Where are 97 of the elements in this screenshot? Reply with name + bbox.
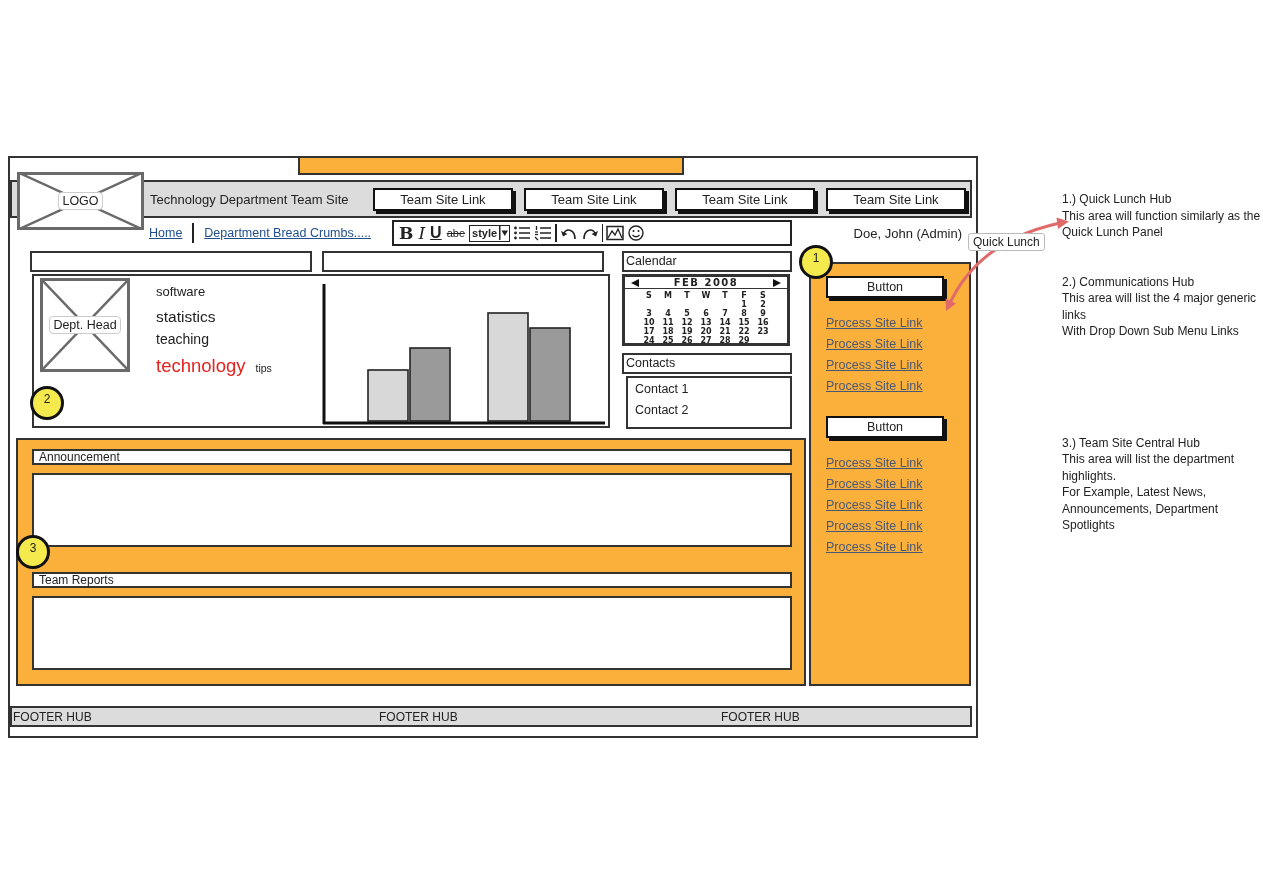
weekday-label: W [700, 291, 712, 300]
tag-cloud-word[interactable]: statistics [156, 307, 216, 326]
calendar-day[interactable]: 10 [639, 318, 659, 327]
weekday-label: T [721, 291, 729, 300]
calendar-day[interactable]: 8 [734, 309, 754, 318]
site-link[interactable]: Process Site Link [826, 358, 923, 373]
calendar-day[interactable]: 12 [677, 318, 697, 327]
image-icon[interactable] [606, 225, 625, 241]
style-dropdown[interactable]: style [469, 224, 511, 242]
bullet-list-icon[interactable] [513, 225, 532, 241]
placeholder-label: LOGO [58, 192, 103, 210]
tag-cloud-word[interactable]: teaching [156, 331, 209, 347]
weekday-label: S [645, 291, 653, 300]
annotation-title: 2.) Communications Hub [1062, 273, 1195, 290]
tag-cloud-word[interactable]: technology [156, 354, 246, 377]
calendar-day[interactable]: 18 [658, 327, 678, 336]
calendar-day[interactable]: 15 [734, 318, 754, 327]
strike-button[interactable]: abe [445, 227, 466, 239]
calendar-day[interactable]: 7 [715, 309, 735, 318]
calendar-day[interactable]: 2 [753, 300, 773, 309]
nav-button[interactable]: Team Site Link [524, 187, 664, 211]
calendar-day[interactable]: 28 [715, 336, 735, 345]
site-link[interactable]: Process Site Link [826, 540, 923, 555]
weekday-label: T [683, 291, 691, 300]
calendar-day[interactable]: 9 [753, 309, 773, 318]
bold-button[interactable]: B [398, 223, 415, 243]
triangle-right-icon[interactable] [773, 278, 781, 287]
site-link[interactable]: Process Site Link [826, 456, 923, 471]
calendar-day[interactable]: 4 [658, 309, 678, 318]
calendar-day[interactable]: 17 [639, 327, 659, 336]
placeholder-label: Dept. Head [49, 316, 121, 334]
calendar-day[interactable]: 6 [696, 309, 716, 318]
breadcrumb-link[interactable]: Home [149, 226, 183, 240]
underline-button[interactable]: U [429, 224, 443, 242]
calendar-day[interactable]: 27 [696, 336, 716, 345]
contact-item[interactable]: Contact 1 [635, 379, 689, 400]
calendar-day[interactable]: 20 [696, 327, 716, 336]
calendar-day[interactable]: 11 [658, 318, 678, 327]
calendar-day[interactable]: 16 [753, 318, 773, 327]
callout-number-badge: 1 [799, 245, 833, 279]
callout-number-badge: 2 [30, 386, 64, 420]
italic-button[interactable]: I [417, 223, 427, 243]
site-link[interactable]: Process Site Link [826, 337, 923, 352]
tag-cloud-word[interactable]: software [156, 284, 206, 299]
calendar-day[interactable]: 24 [639, 336, 659, 345]
nav-button[interactable]: Team Site Link [675, 187, 815, 211]
callout-label: Quick Lunch [968, 233, 1045, 251]
site-link[interactable]: Process Site Link [826, 519, 923, 534]
annotation-text: With Drop Down Sub Menu Links [1062, 323, 1239, 340]
calendar-day[interactable]: 25 [658, 336, 678, 345]
annotation-title: 3.) Team Site Central Hub [1062, 434, 1200, 451]
annotation-text: This area will list the department highlights. [1062, 451, 1236, 484]
site-link[interactable]: Process Site Link [826, 477, 923, 492]
weekday-label: S [759, 291, 767, 300]
footer-label: FOOTER HUB [379, 709, 458, 724]
section-header: Team Reports [32, 572, 792, 588]
footer-label: FOOTER HUB [13, 709, 92, 724]
calendar-header: Calendar [622, 251, 792, 272]
site-link[interactable]: Process Site Link [826, 379, 923, 394]
panel-button[interactable]: Button [826, 416, 944, 438]
user-name: Doe, John (Admin) [853, 225, 962, 241]
site-link[interactable]: Process Site Link [826, 498, 923, 513]
calendar-day[interactable]: 1 [734, 300, 754, 309]
weekday-label: M [663, 291, 673, 300]
calendar-day[interactable]: 14 [715, 318, 735, 327]
panel-button[interactable]: Button [826, 276, 944, 298]
callout-number-badge: 3 [16, 535, 50, 569]
breadcrumb-link[interactable]: Department Bread Crumbs..... [204, 226, 372, 240]
calendar-day[interactable]: 22 [734, 327, 754, 336]
calendar-day[interactable]: 13 [696, 318, 716, 327]
contact-item[interactable]: Contact 2 [635, 400, 689, 421]
nav-button[interactable]: Team Site Link [826, 187, 966, 211]
tag-cloud-word[interactable]: tips [255, 361, 272, 374]
calendar-day[interactable]: 23 [753, 327, 773, 336]
triangle-left-icon[interactable] [631, 278, 639, 287]
weekday-label: F [740, 291, 748, 300]
annotation-title: 1.) Quick Lunch Hub [1062, 191, 1172, 208]
annotation-text: This area will function similarly as the Quick Lunch Panel [1062, 207, 1261, 241]
annotation-text: This area will list the 4 major generic links [1062, 290, 1258, 323]
calendar-day[interactable]: 5 [677, 309, 697, 318]
numbered-list-icon[interactable] [534, 225, 553, 241]
calendar-day[interactable]: 19 [677, 327, 697, 336]
annotation-text: For Example, Latest News, Announcements, Department Spotlights [1062, 484, 1220, 534]
chart-bar [367, 369, 409, 422]
smiley-icon[interactable] [627, 225, 646, 241]
calendar-day[interactable]: 21 [715, 327, 735, 336]
nav-button[interactable]: Team Site Link [373, 187, 513, 211]
calendar-day[interactable]: 3 [639, 309, 659, 318]
footer-label: FOOTER HUB [721, 709, 800, 724]
site-link[interactable]: Process Site Link [826, 316, 923, 331]
section-header: Announcement [32, 449, 792, 465]
calendar-day[interactable]: 26 [677, 336, 697, 345]
site-title: Technology Department Team Site [150, 191, 349, 207]
calendar-day[interactable]: 29 [734, 336, 754, 345]
caret-icon [499, 226, 510, 240]
calendar-month: FEB 2008 [673, 277, 739, 288]
contacts-header: Contacts [622, 353, 792, 374]
